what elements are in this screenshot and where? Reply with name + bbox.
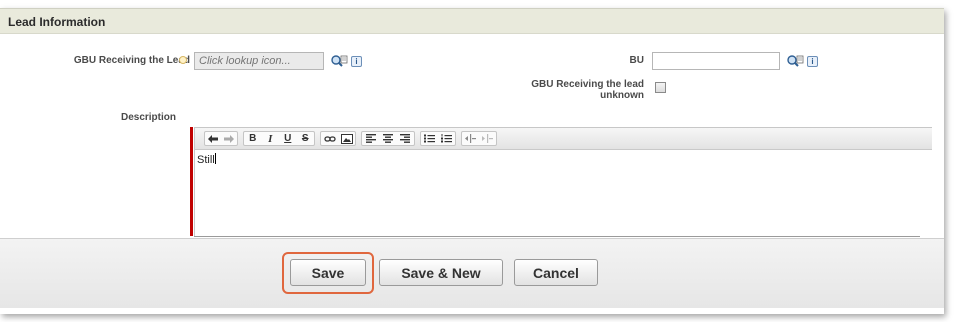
underline-button[interactable]: U <box>279 132 297 145</box>
alignment-group <box>361 131 415 146</box>
bu-label: BU <box>629 55 644 66</box>
strikethrough-button[interactable]: S <box>297 132 315 145</box>
gbu-receiving-lead-label: GBU Receiving the Lead <box>73 55 190 66</box>
bulleted-list-icon[interactable] <box>421 132 438 145</box>
required-field-bar <box>190 127 193 236</box>
required-indicator-icon <box>179 56 187 64</box>
gbu-lead-unknown-label-line2: unknown <box>600 90 644 101</box>
bold-button[interactable]: B <box>244 132 262 145</box>
description-text: Still <box>197 154 215 166</box>
link-icon[interactable] <box>321 132 338 145</box>
description-label: Description <box>120 112 176 123</box>
insert-group <box>320 131 356 146</box>
info-icon[interactable]: i <box>807 56 818 67</box>
undo-icon[interactable] <box>205 132 221 145</box>
editor-bottom-border <box>194 236 920 237</box>
outdent-icon[interactable] <box>462 132 479 145</box>
lookup-magnifier-icon[interactable] <box>786 54 804 68</box>
lookup-magnifier-icon[interactable] <box>330 54 348 68</box>
text-caret <box>214 153 216 164</box>
save-button[interactable]: Save <box>290 259 366 286</box>
undo-redo-group <box>204 131 238 146</box>
gbu-receiving-lead-input[interactable] <box>194 52 324 70</box>
numbered-list-icon[interactable] <box>438 132 455 145</box>
description-rich-text-editor[interactable]: B I U S Still <box>194 127 932 236</box>
list-group <box>420 131 456 146</box>
description-text-area[interactable]: Still <box>197 153 216 166</box>
indent-group <box>461 131 497 146</box>
info-icon[interactable]: i <box>351 56 362 67</box>
bu-input[interactable] <box>652 52 780 70</box>
redo-icon[interactable] <box>221 132 237 145</box>
align-right-icon[interactable] <box>397 132 414 145</box>
gbu-lead-unknown-label: GBU Receiving the lead unknown <box>480 79 644 101</box>
indent-icon[interactable] <box>479 132 496 145</box>
text-style-group: B I U S <box>243 131 315 146</box>
gbu-lead-unknown-label-line1: GBU Receiving the lead <box>531 79 644 90</box>
align-center-icon[interactable] <box>379 132 396 145</box>
italic-button[interactable]: I <box>262 132 280 145</box>
editor-toolbar: B I U S <box>195 128 932 150</box>
gbu-lead-unknown-checkbox[interactable] <box>655 82 666 93</box>
section-title: Lead Information <box>8 15 106 29</box>
cancel-button[interactable]: Cancel <box>514 259 598 286</box>
image-icon[interactable] <box>338 132 355 145</box>
section-header: Lead Information <box>0 8 944 34</box>
save-and-new-button[interactable]: Save & New <box>379 259 503 286</box>
align-left-icon[interactable] <box>362 132 379 145</box>
